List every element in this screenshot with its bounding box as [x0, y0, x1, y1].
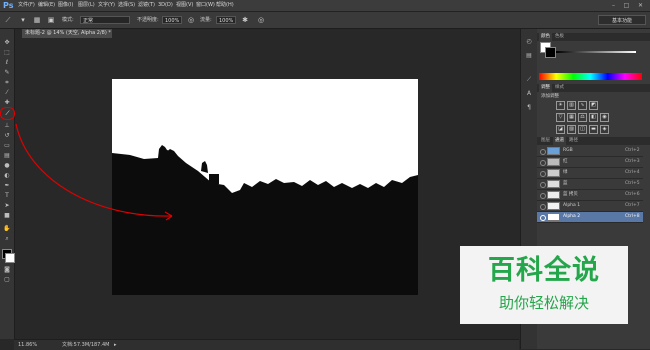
brush-presets-panel-icon[interactable]: ⟋	[524, 75, 534, 85]
history-panel-icon[interactable]: ◴	[524, 37, 534, 47]
channel-thumbnail	[547, 202, 560, 210]
channel-row[interactable]: 红 Ctrl+3	[537, 157, 643, 168]
channel-shortcut: Ctrl+7	[625, 203, 640, 208]
channel-thumbnail	[547, 180, 560, 188]
watermark-badge: 百科全说 助你轻松解决	[460, 246, 628, 324]
visibility-eye-icon[interactable]	[540, 182, 546, 188]
channel-shortcut: Ctrl+8	[625, 214, 640, 219]
channel-shortcut: Ctrl+5	[625, 181, 640, 186]
tab-color[interactable]: 颜色	[539, 33, 552, 41]
channel-row[interactable]: 蓝 拷贝 Ctrl+6	[537, 190, 643, 201]
posterize-icon[interactable]: ▨	[567, 125, 576, 134]
visibility-eye-icon[interactable]	[540, 215, 546, 221]
curves-icon[interactable]: ∿	[578, 101, 587, 110]
watermark-title: 百科全说	[488, 255, 600, 286]
channel-shortcut: Ctrl+4	[625, 170, 640, 175]
channel-row-selected[interactable]: Alpha 2 Ctrl+8	[537, 212, 643, 223]
channel-row[interactable]: Alpha 1 Ctrl+7	[537, 201, 643, 212]
exposure-icon[interactable]: ◩	[589, 101, 598, 110]
brightness-icon[interactable]: ☀	[556, 101, 565, 110]
color-panel-tabs: 颜色 色板	[537, 33, 650, 41]
photo-filter-icon[interactable]: ◉	[600, 113, 609, 122]
channel-shortcut: Ctrl+3	[625, 159, 640, 164]
tab-layers[interactable]: 图层	[539, 137, 552, 145]
channel-thumbnail	[547, 213, 560, 221]
channel-shortcut: Ctrl+6	[625, 192, 640, 197]
channel-name: Alpha 1	[563, 203, 581, 208]
visibility-eye-icon[interactable]	[540, 204, 546, 210]
visibility-eye-icon[interactable]	[540, 149, 546, 155]
levels-icon[interactable]: ▥	[567, 101, 576, 110]
tab-adjustments[interactable]: 调整	[539, 84, 552, 92]
properties-panel-icon[interactable]: ▤	[524, 51, 534, 61]
channel-name: 蓝	[563, 181, 568, 186]
channel-thumbnail	[547, 169, 560, 177]
channel-name: Alpha 2	[563, 214, 581, 219]
invert-icon[interactable]: ◪	[556, 125, 565, 134]
color-background-swatch[interactable]	[545, 47, 556, 58]
status-bar: 11.86% 文档:57.3M/187.4M ▸	[14, 339, 519, 350]
visibility-eye-icon[interactable]	[540, 171, 546, 177]
color-balance-icon[interactable]: ⚖	[578, 113, 587, 122]
channel-thumbnail	[547, 147, 560, 155]
adjust-panel-tabs: 调整 样式	[537, 84, 650, 92]
color-spectrum[interactable]	[539, 73, 642, 80]
tab-paths[interactable]: 路径	[567, 137, 580, 145]
tab-styles[interactable]: 样式	[553, 84, 566, 92]
gradient-map-icon[interactable]: ▬	[589, 125, 598, 134]
black-white-icon[interactable]: ◧	[589, 113, 598, 122]
visibility-eye-icon[interactable]	[540, 193, 546, 199]
tab-channels[interactable]: 通道	[553, 137, 566, 145]
channel-row[interactable]: 绿 Ctrl+4	[537, 168, 643, 179]
threshold-icon[interactable]: ◫	[578, 125, 587, 134]
gray-slider[interactable]	[556, 51, 636, 53]
hue-saturation-icon[interactable]: ▦	[567, 113, 576, 122]
layers-panel-tabs: 图层 通道 路径	[537, 137, 650, 145]
channel-thumbnail	[547, 158, 560, 166]
tab-swatches[interactable]: 色板	[553, 33, 566, 41]
channel-row[interactable]: RGB Ctrl+2	[537, 146, 643, 157]
add-adjustment-label: 添加调整	[541, 94, 559, 99]
selective-color-icon[interactable]: ◈	[600, 125, 609, 134]
vibrance-icon[interactable]: ▽	[556, 113, 565, 122]
watermark-subtitle: 助你轻松解决	[498, 294, 589, 312]
channel-name: 蓝 拷贝	[563, 192, 578, 197]
channel-row[interactable]: 蓝 Ctrl+5	[537, 179, 643, 190]
channel-name: 红	[563, 159, 568, 164]
channel-name: 绿	[563, 170, 568, 175]
channel-shortcut: Ctrl+2	[625, 148, 640, 153]
visibility-eye-icon[interactable]	[540, 160, 546, 166]
character-panel-icon[interactable]: A	[524, 89, 534, 99]
paragraph-panel-icon[interactable]: ¶	[524, 103, 534, 113]
channel-thumbnail	[547, 191, 560, 199]
channel-name: RGB	[563, 148, 573, 153]
